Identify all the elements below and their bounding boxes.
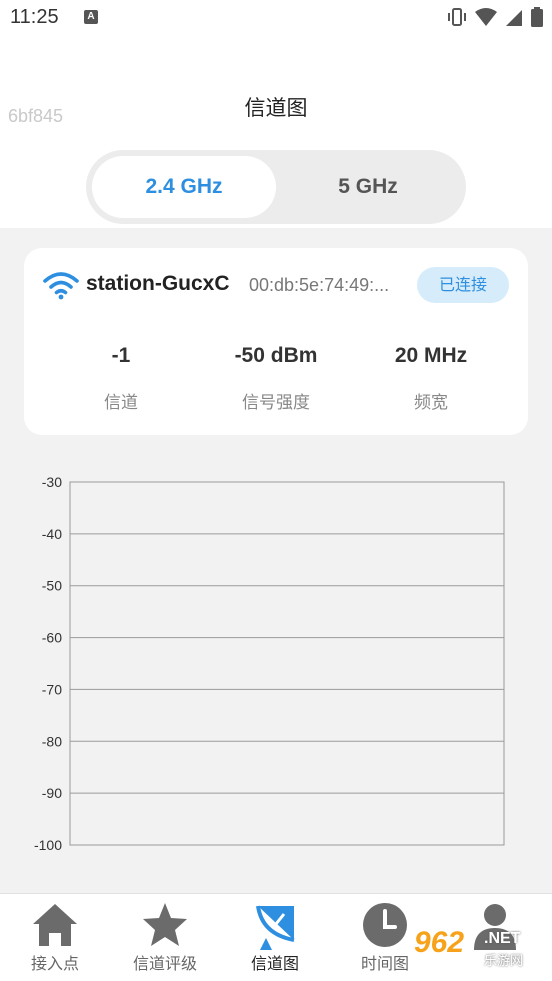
watermark-chinese: 乐游网 <box>484 954 524 969</box>
home-icon <box>33 904 77 946</box>
battery-icon <box>531 7 543 27</box>
nav-label-channel-rating: 信道评级 <box>132 954 197 973</box>
satellite-dish-icon <box>256 905 295 950</box>
network-ssid: station-GucxC <box>86 272 230 295</box>
y-tick-label: -40 <box>42 526 62 542</box>
stat-bandwidth-label: 频宽 <box>414 393 448 413</box>
channel-chart-svg: -30 -40 -50 -60 -70 -80 -90 -100 <box>34 474 505 853</box>
stat-signal-value: -50 dBm <box>234 344 318 367</box>
nav-item-channel-graph[interactable]: 信道图 <box>220 894 330 981</box>
status-badge: 已连接 <box>417 267 509 303</box>
plot-area <box>69 481 505 846</box>
network-bssid: 00:db:5e:74:49:... <box>249 275 390 295</box>
y-tick-label: -100 <box>34 837 62 853</box>
watermark-brand: 962 <box>414 926 465 959</box>
clock-icon <box>363 903 407 947</box>
star-icon <box>143 903 187 946</box>
stat-channel-label: 信道 <box>104 393 138 413</box>
nav-item-access-points[interactable]: 接入点 <box>0 894 110 981</box>
cell-signal-icon <box>506 10 522 26</box>
header: 6bf845 信道图 2.4 GHz 5 GHz <box>0 38 552 228</box>
stat-signal: -50 dBm 信号强度 <box>201 344 351 413</box>
notification-icon: A <box>84 10 98 24</box>
band-toggle: 2.4 GHz 5 GHz <box>86 150 466 224</box>
y-tick-label: -50 <box>42 578 62 594</box>
stat-signal-label: 信号强度 <box>242 393 310 413</box>
y-tick-label: -70 <box>42 681 62 697</box>
stat-channel-value: -1 <box>111 344 131 367</box>
band-5ghz-button[interactable]: 5 GHz <box>276 156 460 218</box>
band-2-4ghz-button[interactable]: 2.4 GHz <box>92 156 276 218</box>
stat-bandwidth: 20 MHz 频宽 <box>356 344 506 413</box>
y-tick-label: -90 <box>42 785 62 801</box>
status-time: 11:25 <box>10 6 59 28</box>
vibrate-icon <box>448 8 466 26</box>
watermark-suffix: .NET <box>484 930 521 947</box>
nav-label-access-points: 接入点 <box>30 954 79 973</box>
page-title: 信道图 <box>244 96 308 120</box>
stat-bandwidth-value: 20 MHz <box>394 344 468 367</box>
watermark-logo: 962 .NET 乐游网 <box>414 926 546 974</box>
wifi-status-icon <box>475 8 497 26</box>
y-tick-label: -30 <box>42 474 62 490</box>
stat-channel: -1 信道 <box>46 344 196 413</box>
y-tick-label: -80 <box>42 733 62 749</box>
nav-item-channel-rating[interactable]: 信道评级 <box>110 894 220 981</box>
channel-chart: -30 -40 -50 -60 -70 -80 -90 -100 <box>0 470 552 860</box>
y-tick-label: -60 <box>42 630 62 646</box>
nav-label-channel-graph: 信道图 <box>250 954 299 973</box>
wifi-icon <box>43 272 79 300</box>
status-bar: 11:25 A <box>0 0 552 38</box>
status-icons <box>446 6 544 28</box>
network-card[interactable]: station-GucxC 00:db:5e:74:49:... 已连接 -1 … <box>24 248 528 435</box>
